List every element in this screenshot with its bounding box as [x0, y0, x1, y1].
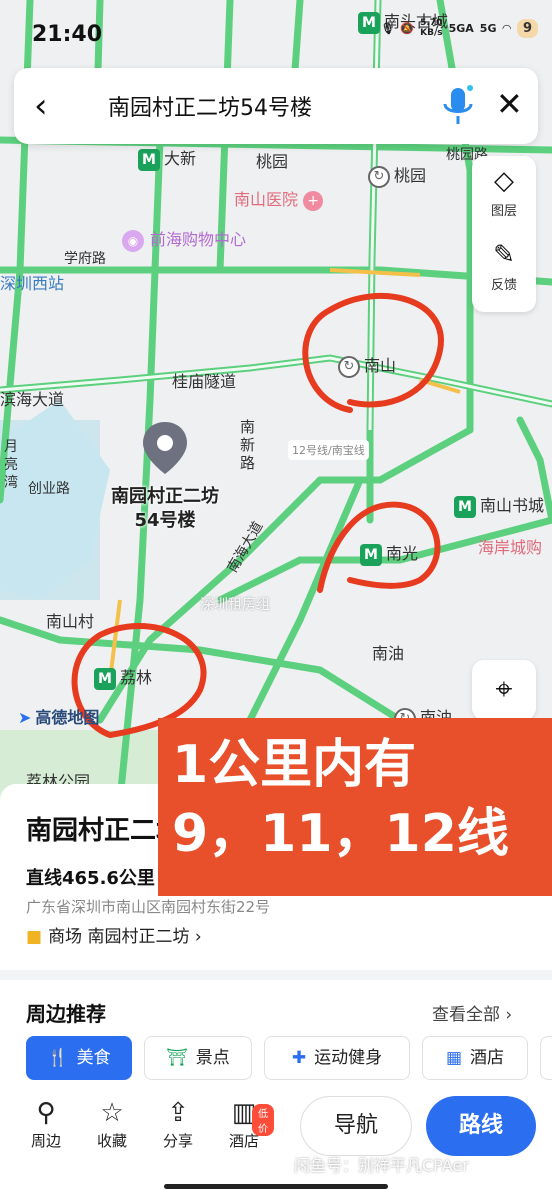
map-label-shenzhen-west: 深圳西站 [0, 274, 65, 293]
pavilion-icon: ⛩ [166, 1048, 188, 1068]
layers-label: 图层 [490, 204, 517, 219]
map-label-lilin: M 荔林 [94, 664, 152, 690]
navigate-button[interactable]: 导航 [300, 1096, 412, 1156]
network-speed: 5.70 KB/s [420, 18, 443, 38]
chip-sights[interactable]: ⛩ 景点 [144, 1036, 252, 1080]
divider [0, 970, 552, 980]
metro-icon: M [94, 667, 116, 690]
map-overlay-text: 深圳租房组 [200, 597, 270, 613]
map-label-line12: 12号线/南宝线 [288, 440, 369, 460]
transfer-icon: ↻ [338, 355, 360, 378]
favorite-label: 收藏 [96, 1132, 127, 1150]
nearby-title: 周边推荐 [26, 1002, 106, 1026]
transfer-icon: ↻ [368, 165, 390, 188]
map-label-yueliang: 月亮湾 [4, 439, 18, 491]
shopping-icon: ◉ [122, 230, 144, 252]
map-label-nanxin: 南新路 [240, 418, 256, 472]
hospital-icon: + [303, 191, 324, 211]
layers-icon: ◇ [494, 166, 514, 196]
view-all-link[interactable]: 查看全部 › [432, 1000, 512, 1025]
metro-icon: M [138, 148, 160, 171]
map-label-nanshancun: 南山村 [46, 612, 95, 631]
route-button[interactable]: 路线 [426, 1096, 536, 1156]
star-icon: ☆ [100, 1098, 124, 1128]
annotation-line-2: 9，11，12线 [172, 804, 509, 864]
nearby-button[interactable]: ⚲ 周边 [16, 1096, 76, 1151]
bottom-action-bar: ⚲ 周边 ☆ 收藏 ⇪ 分享 ▥ 酒店 低价 导航 路线 [0, 1086, 552, 1200]
map-label-guimiao: 桂庙隧道 [172, 372, 237, 391]
share-icon: ⇪ [167, 1098, 189, 1128]
nearby-label: 周边 [30, 1132, 61, 1150]
status-time: 21:40 [32, 22, 103, 47]
location-pin-icon[interactable] [140, 420, 190, 476]
status-bar: 21:40 🎙 🔕 5.70 KB/s 5GA 5G ◠ 9 [0, 0, 552, 62]
share-button[interactable]: ⇪ 分享 [148, 1096, 208, 1151]
map-label-hospital: 南山医院 + [234, 186, 324, 211]
chip-food[interactable]: 🍴 美食 [26, 1036, 132, 1080]
map-label-nanshan: ↻ 南山 [338, 352, 396, 378]
amap-logo-icon: ➤ [18, 708, 32, 727]
search-icon: ⚲ [36, 1098, 56, 1128]
map-label-xuefu: 学府路 [64, 251, 106, 267]
amap-logo: ➤ 高德地图 [18, 708, 100, 727]
feedback-button[interactable]: ✎ 反馈 [472, 236, 536, 310]
voice-search-icon[interactable] [438, 82, 478, 130]
pin-label: 南园村正二坊54号楼 [111, 486, 219, 531]
shopping-bag-icon: ■ [26, 927, 43, 947]
map-label-binhai: 滨海大道 [0, 390, 65, 409]
building-icon: ▦ [445, 1048, 463, 1068]
home-indicator[interactable] [164, 1184, 388, 1189]
map-label-chuangye: 创业路 [28, 481, 70, 497]
map-label-taoyuan-station: ↻ 桃园 [368, 162, 426, 188]
place-address: 广东省深圳市南山区南园村东街22号 [26, 898, 271, 916]
status-icons: 🎙 🔕 5.70 KB/s 5GA 5G ◠ 9 [380, 18, 538, 38]
dumbbell-icon: ✚ [291, 1048, 307, 1068]
nearby-chips: 🍴 美食 ⛩ 景点 ✚ 运动健身 ▦ 酒店 [26, 1036, 552, 1082]
search-query[interactable]: 南园村正二坊54号楼 [108, 90, 312, 122]
network-5g: 5G [479, 21, 497, 35]
crosshair-icon: ⌖ [495, 672, 513, 707]
wifi-icon: ◠ [502, 21, 511, 35]
metro-icon: M [454, 495, 476, 518]
mute-icon: 🔕 [400, 21, 415, 35]
map-tools-panel: ◇ 图层 ✎ 反馈 [472, 156, 536, 312]
chevron-right-icon: › [194, 927, 202, 947]
metro-icon: M [360, 543, 382, 566]
watermark: 闲鱼号：别祥平凡CPAer [294, 1156, 469, 1175]
back-icon[interactable]: ‹ [34, 86, 74, 126]
close-icon[interactable]: ✕ [496, 84, 536, 124]
status-badge: 9 [516, 18, 538, 38]
chip-fitness[interactable]: ✚ 运动健身 [264, 1036, 410, 1080]
map-label-nanyou: 南油 [372, 644, 405, 663]
layers-button[interactable]: ◇ 图层 [472, 162, 536, 236]
search-bar[interactable]: ‹ 南园村正二坊54号楼 ✕ [14, 68, 538, 144]
share-label: 分享 [162, 1132, 193, 1150]
mic-status-icon: 🎙 [380, 21, 395, 35]
map-label-daxin: M 大新 [138, 145, 196, 171]
hotel-button[interactable]: ▥ 酒店 低价 [214, 1096, 274, 1151]
map-label-nanguang: M 南光 [360, 540, 418, 566]
deal-badge: 低价 [252, 1104, 274, 1136]
map-label-nanshan-book: M 南山书城 [454, 492, 544, 518]
locate-me-button[interactable]: ⌖ [472, 660, 536, 720]
chip-more[interactable] [540, 1036, 552, 1080]
chip-hotel[interactable]: ▦ 酒店 [422, 1036, 528, 1080]
network-5ga: 5GA [448, 21, 474, 35]
place-distance: 直线465.6公里 [26, 868, 155, 889]
map-label-haian: 海岸城购 [478, 538, 543, 557]
favorite-button[interactable]: ☆ 收藏 [82, 1096, 142, 1151]
annotation-box: 1公里内有 9，11，12线 [158, 718, 552, 896]
feedback-label: 反馈 [490, 278, 517, 293]
cutlery-icon: 🍴 [47, 1048, 69, 1068]
map-label-taoyuan: 桃园 [256, 152, 289, 171]
annotation-line-1: 1公里内有 [172, 735, 417, 795]
edit-icon: ✎ [493, 240, 515, 270]
place-category-link[interactable]: ■ 商场 南园村正二坊 › [26, 922, 202, 947]
map-label-mall: ◉ 前海购物中心 [122, 226, 246, 252]
